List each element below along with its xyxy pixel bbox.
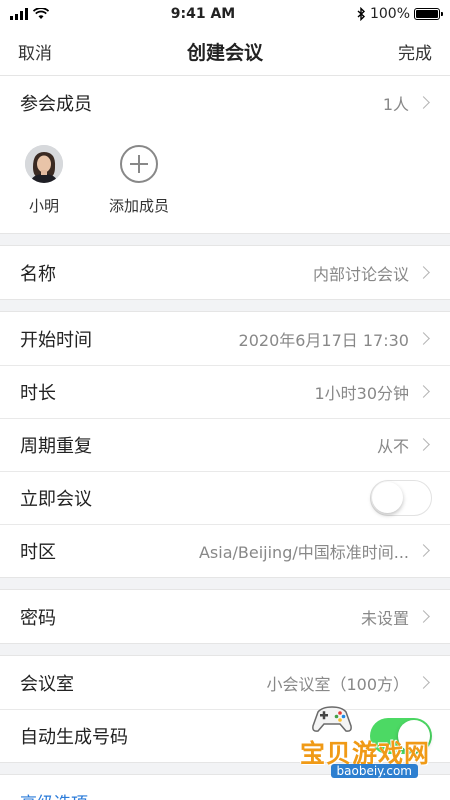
timezone-label: 时区 xyxy=(20,541,56,563)
meeting-name-label: 名称 xyxy=(20,263,56,285)
instant-meeting-label: 立即会议 xyxy=(20,488,92,510)
start-time-row[interactable]: 开始时间 2020年6月17日 17:30 xyxy=(0,312,450,365)
done-button[interactable]: 完成 xyxy=(398,39,432,64)
duration-value: 1小时30分钟 xyxy=(314,383,409,403)
participants-count: 1人 xyxy=(382,94,409,114)
start-time-label: 开始时间 xyxy=(20,329,92,351)
password-label: 密码 xyxy=(20,607,56,629)
status-right: 100% xyxy=(357,6,443,22)
toggle-knob xyxy=(398,719,430,752)
bluetooth-icon xyxy=(357,7,365,21)
instant-meeting-right xyxy=(370,479,432,516)
members-list: 小明 添加成员 xyxy=(0,129,450,233)
status-time: 9:41 AM xyxy=(170,6,236,22)
battery-percent: 100% xyxy=(369,6,410,22)
chevron-right-icon xyxy=(417,676,430,689)
meeting-room-right: 小会议室（100方） xyxy=(266,671,432,695)
chevron-right-icon xyxy=(417,385,430,398)
nav-bar: 取消 创建会议 完成 xyxy=(0,28,450,76)
chevron-right-icon xyxy=(417,332,430,345)
battery-icon xyxy=(414,8,443,20)
instant-meeting-row: 立即会议 xyxy=(0,471,450,524)
chevron-right-icon xyxy=(417,544,430,557)
password-value: 未设置 xyxy=(360,608,409,628)
duration-row[interactable]: 时长 1小时30分钟 xyxy=(0,365,450,418)
timezone-value: Asia/Beijing/中国标准时间... xyxy=(198,542,409,562)
toggle-knob xyxy=(372,481,403,513)
meeting-name-value: 内部讨论会议 xyxy=(312,264,409,284)
auto-number-toggle[interactable] xyxy=(370,717,432,754)
section-divider xyxy=(0,762,450,775)
timezone-right: Asia/Beijing/中国标准时间... xyxy=(199,539,432,563)
member-item[interactable]: 小明 xyxy=(14,145,74,233)
password-row[interactable]: 密码 未设置 xyxy=(0,590,450,643)
meeting-name-row[interactable]: 名称 内部讨论会议 xyxy=(0,246,450,299)
wifi-icon xyxy=(33,8,49,19)
start-time-value: 2020年6月17日 17:30 xyxy=(238,330,409,350)
auto-number-label: 自动生成号码 xyxy=(20,726,128,748)
repeat-label: 周期重复 xyxy=(20,435,92,457)
password-right: 未设置 xyxy=(361,605,432,629)
meeting-room-row[interactable]: 会议室 小会议室（100方） xyxy=(0,656,450,709)
advanced-options-link[interactable]: 高级选项 xyxy=(0,775,450,800)
meeting-room-label: 会议室 xyxy=(20,673,74,695)
meeting-room-value: 小会议室（100方） xyxy=(266,674,409,694)
participants-label: 参会成员 xyxy=(20,93,92,115)
chevron-right-icon xyxy=(417,610,430,623)
section-divider xyxy=(0,233,450,246)
status-left xyxy=(10,8,49,20)
chevron-right-icon xyxy=(417,438,430,451)
chevron-right-icon xyxy=(417,266,430,279)
status-bar: 9:41 AM 100% xyxy=(0,0,450,28)
duration-right: 1小时30分钟 xyxy=(314,380,432,404)
auto-number-row: 自动生成号码 xyxy=(0,709,450,762)
section-divider xyxy=(0,577,450,590)
timezone-row[interactable]: 时区 Asia/Beijing/中国标准时间... xyxy=(0,524,450,577)
add-member-button[interactable]: 添加成员 xyxy=(104,145,174,233)
page-title: 创建会议 xyxy=(186,42,263,64)
chevron-right-icon xyxy=(417,96,430,109)
section-divider xyxy=(0,643,450,656)
cancel-button[interactable]: 取消 xyxy=(18,39,52,64)
start-time-right: 2020年6月17日 17:30 xyxy=(239,327,432,351)
member-name: 小明 xyxy=(28,197,59,215)
instant-meeting-toggle[interactable] xyxy=(370,479,432,516)
signal-icon xyxy=(10,8,28,20)
meeting-name-right: 内部讨论会议 xyxy=(313,261,432,285)
section-divider xyxy=(0,299,450,312)
participants-right: 1人 xyxy=(383,91,432,115)
avatar xyxy=(25,145,63,183)
repeat-row[interactable]: 周期重复 从不 xyxy=(0,418,450,471)
plus-circle-icon xyxy=(120,145,158,183)
auto-number-right xyxy=(370,717,432,754)
repeat-value: 从不 xyxy=(376,436,409,456)
add-member-label: 添加成员 xyxy=(108,197,169,215)
participants-row[interactable]: 参会成员 1人 xyxy=(0,76,450,129)
duration-label: 时长 xyxy=(20,382,56,404)
repeat-right: 从不 xyxy=(377,433,432,457)
